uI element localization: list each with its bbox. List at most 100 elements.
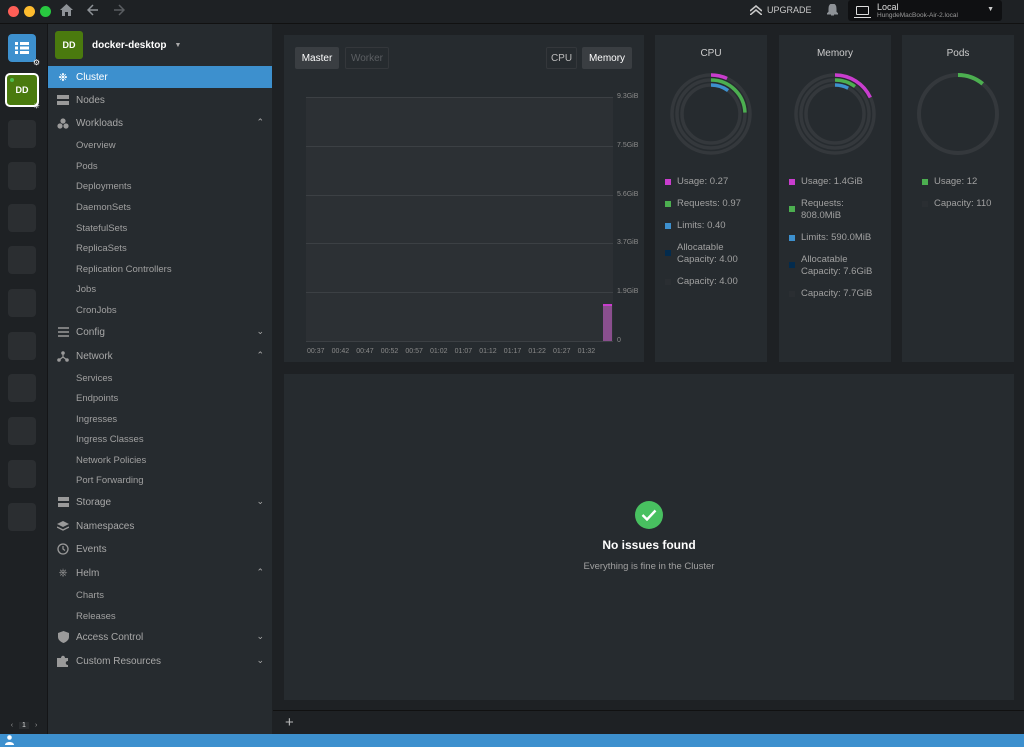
hotbar-slot[interactable] bbox=[8, 460, 36, 488]
sidebar-item-endpoints[interactable]: Endpoints bbox=[76, 388, 118, 408]
cluster-header[interactable]: DD docker-desktop ▼ bbox=[48, 24, 272, 66]
storage-icon bbox=[57, 496, 69, 508]
chart-y-tick: 5.6GiB bbox=[617, 190, 639, 198]
minimize-window-button[interactable] bbox=[24, 6, 35, 17]
sidebar-item-overview[interactable]: Overview bbox=[76, 135, 116, 155]
sidebar-item-charts[interactable]: Charts bbox=[76, 585, 104, 605]
home-icon[interactable] bbox=[60, 3, 73, 21]
hotbar-prev-button[interactable]: ‹ bbox=[11, 722, 13, 729]
sidebar-item-statefulsets[interactable]: StatefulSets bbox=[76, 218, 127, 238]
forward-arrow-icon[interactable] bbox=[113, 3, 126, 21]
hotbar-slot[interactable] bbox=[8, 332, 36, 360]
chart-y-tick: 3.7GiB bbox=[617, 239, 639, 247]
hotbar-slot[interactable] bbox=[8, 120, 36, 148]
tab-cpu[interactable]: CPU bbox=[546, 47, 577, 69]
context-selector[interactable]: Local HungdeMacBook-Air-2.local ▼ bbox=[848, 0, 1002, 21]
memory-legend-item: Usage: 1.4GiB bbox=[789, 176, 863, 188]
sidebar-item-events[interactable]: Events bbox=[48, 538, 272, 560]
tab-worker[interactable]: Worker bbox=[345, 47, 389, 69]
clock-icon bbox=[57, 543, 69, 555]
sidebar-item-jobs[interactable]: Jobs bbox=[76, 279, 96, 299]
context-host: HungdeMacBook-Air-2.local bbox=[877, 11, 958, 19]
hotbar-slot[interactable] bbox=[8, 289, 36, 317]
sidebar-item-namespaces[interactable]: Namespaces bbox=[48, 515, 272, 537]
sidebar-item-config[interactable]: Config ⌄ bbox=[48, 321, 272, 343]
sidebar-item-ingresses[interactable]: Ingresses bbox=[76, 409, 117, 429]
upgrade-button[interactable]: UPGRADE bbox=[750, 5, 812, 15]
sidebar-item-access-control[interactable]: Access Control ⌄ bbox=[48, 626, 272, 648]
sidebar-item-network-policies[interactable]: Network Policies bbox=[76, 450, 146, 470]
chart-y-tick: 1.9GiB bbox=[617, 288, 639, 296]
gear-icon: ⚙ bbox=[32, 58, 41, 67]
pods-ring-chart bbox=[917, 73, 999, 155]
user-icon[interactable] bbox=[5, 735, 15, 745]
ring-track bbox=[799, 78, 871, 150]
chart-x-tick: 00:37 bbox=[307, 348, 325, 355]
sidebar-item-nodes[interactable]: Nodes bbox=[48, 89, 272, 111]
sidebar-item-custom-resources[interactable]: Custom Resources ⌄ bbox=[48, 650, 272, 672]
hotbar-pager: ‹ 1 › bbox=[0, 717, 48, 734]
sidebar-item-label: Storage bbox=[76, 496, 112, 508]
memory-legend-item: Allocatable Capacity: 7.6GiB bbox=[789, 254, 884, 278]
sidebar-item-storage[interactable]: Storage ⌄ bbox=[48, 491, 272, 513]
chevron-up-icon: ⌃ bbox=[256, 117, 264, 127]
sidebar-item-workloads[interactable]: Workloads ⌃ bbox=[48, 112, 272, 134]
hotbar-cluster-initials: DD bbox=[15, 85, 29, 95]
sidebar-item-helm[interactable]: ⎈ Helm ⌃ bbox=[48, 562, 272, 584]
sidebar-item-cronjobs[interactable]: CronJobs bbox=[76, 300, 117, 320]
hotbar-slot[interactable] bbox=[8, 246, 36, 274]
nodes-icon bbox=[57, 94, 69, 106]
sidebar-item-services[interactable]: Services bbox=[76, 368, 112, 388]
plus-icon[interactable]: + bbox=[285, 714, 294, 731]
shield-icon bbox=[57, 631, 69, 643]
sidebar-item-label: Cluster bbox=[76, 71, 108, 83]
hotbar-slot[interactable] bbox=[8, 374, 36, 402]
sidebar-item-label: Config bbox=[76, 326, 105, 338]
sidebar-item-replicasets[interactable]: ReplicaSets bbox=[76, 238, 127, 258]
cluster-name: docker-desktop bbox=[92, 39, 167, 51]
chart-x-tick: 01:27 bbox=[553, 348, 571, 355]
context-name: Local bbox=[877, 1, 899, 12]
sidebar-item-ingress-classes[interactable]: Ingress Classes bbox=[76, 429, 144, 449]
issues-title: No issues found bbox=[602, 538, 696, 552]
hotbar-slot[interactable] bbox=[8, 204, 36, 232]
tab-memory[interactable]: Memory bbox=[582, 47, 632, 69]
memory-chart bbox=[306, 97, 613, 341]
memory-ring-chart bbox=[794, 73, 876, 155]
hotbar-slot[interactable] bbox=[8, 503, 36, 531]
chevron-up-icon: ⌃ bbox=[256, 350, 264, 360]
cluster-overview: Master Worker CPU Memory 9.3GiB 7.5GiB 5.6… bbox=[273, 24, 1024, 710]
sidebar-item-replication-controllers[interactable]: Replication Controllers bbox=[76, 259, 172, 279]
pods-legend-item: Capacity: 110 bbox=[922, 198, 991, 210]
chart-x-tick: 01:22 bbox=[528, 348, 546, 355]
maximize-window-button[interactable] bbox=[40, 6, 51, 17]
sidebar-item-port-forwarding[interactable]: Port Forwarding bbox=[76, 470, 144, 490]
cpu-legend-item: Capacity: 4.00 bbox=[665, 276, 738, 288]
sidebar: DD docker-desktop ▼ ❉ Cluster Nodes Work… bbox=[48, 24, 272, 734]
sidebar-item-pods[interactable]: Pods bbox=[76, 156, 98, 176]
chart-x-tick: 00:52 bbox=[380, 348, 399, 355]
tab-master[interactable]: Master bbox=[295, 47, 339, 69]
hotbar-slot[interactable] bbox=[8, 162, 36, 190]
bell-icon[interactable] bbox=[825, 3, 840, 19]
sidebar-item-network[interactable]: Network ⌃ bbox=[48, 345, 272, 367]
memory-legend-item: Capacity: 7.7GiB bbox=[789, 288, 872, 300]
status-dot bbox=[10, 78, 14, 82]
sidebar-item-daemonsets[interactable]: DaemonSets bbox=[76, 197, 131, 217]
sidebar-item-releases[interactable]: Releases bbox=[76, 606, 116, 626]
hotbar-next-button[interactable]: › bbox=[35, 722, 37, 729]
chevron-down-icon: ⌄ bbox=[256, 496, 264, 506]
hotbar-slot[interactable] bbox=[8, 417, 36, 445]
sidebar-item-deployments[interactable]: Deployments bbox=[76, 176, 131, 196]
cpu-legend-item: Limits: 0.40 bbox=[665, 220, 726, 232]
issues-panel: No issues found Everything is fine in th… bbox=[284, 374, 1014, 700]
close-window-button[interactable] bbox=[8, 6, 19, 17]
layers-icon bbox=[57, 520, 69, 532]
chevron-down-icon: ⌄ bbox=[256, 326, 264, 336]
chart-gridline bbox=[306, 194, 613, 196]
sidebar-item-cluster[interactable]: ❉ Cluster bbox=[48, 66, 272, 88]
cpu-card: CPU Usage: 0.27 Requests: 0.97 Limits: 0… bbox=[655, 35, 767, 362]
chart-gridline bbox=[306, 145, 613, 147]
back-arrow-icon[interactable] bbox=[86, 3, 99, 21]
list-icon bbox=[15, 42, 29, 54]
